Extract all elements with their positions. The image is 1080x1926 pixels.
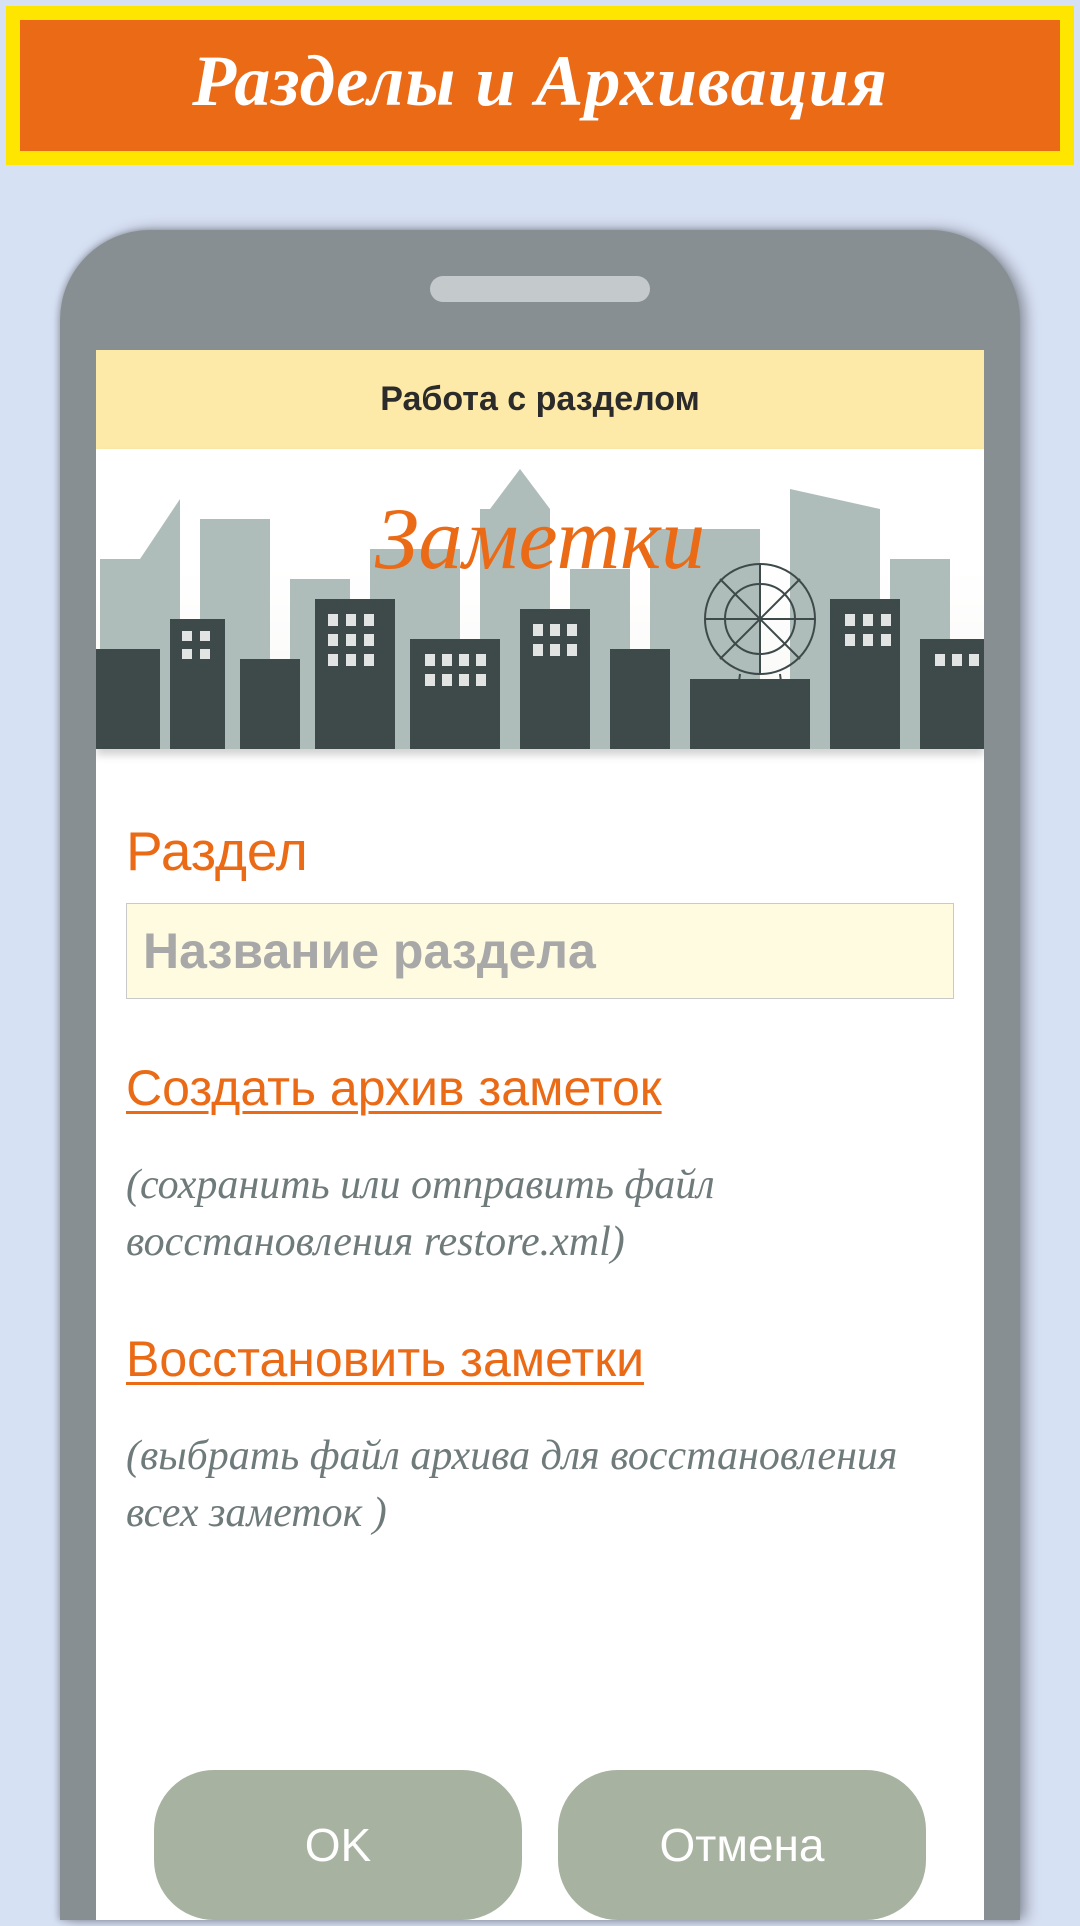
app-screen: Работа с разделом [96, 350, 984, 1920]
create-archive-hint: (сохранить или отправить файл восстановл… [126, 1157, 906, 1270]
cancel-button[interactable]: Отмена [558, 1770, 926, 1920]
city-skyline-image: Заметки [96, 449, 984, 749]
phone-notch [430, 276, 650, 302]
section-name-input[interactable]: Название раздела [126, 903, 954, 999]
main-content: Раздел Название раздела Создать архив за… [96, 749, 984, 1920]
dialog-button-row: OK Отмена [132, 1748, 948, 1920]
restore-notes-hint: (выбрать файл архива для восстановления … [126, 1428, 906, 1541]
promo-banner-wrap: Разделы и Архивация [6, 6, 1074, 165]
city-banner: Заметки [96, 449, 984, 749]
app-bar-title: Работа с разделом [96, 350, 984, 449]
section-name-placeholder: Название раздела [143, 922, 937, 980]
ok-button[interactable]: OK [154, 1770, 522, 1920]
phone-frame: Работа с разделом [60, 230, 1020, 1920]
section-label: Раздел [126, 819, 954, 883]
promo-banner-title: Разделы и Архивация [20, 20, 1060, 151]
restore-notes-link[interactable]: Восстановить заметки [126, 1330, 644, 1388]
create-archive-link[interactable]: Создать архив заметок [126, 1059, 662, 1117]
